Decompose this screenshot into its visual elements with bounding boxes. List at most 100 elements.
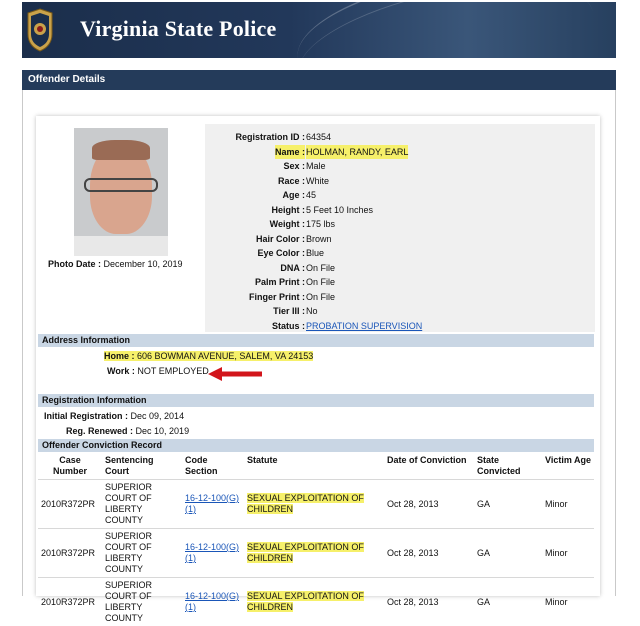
- victim-age-cell: Minor: [542, 529, 594, 578]
- detail-label: Registration ID :: [235, 130, 305, 144]
- state-cell: GA: [477, 597, 490, 607]
- initial-label: Initial Registration :: [44, 411, 128, 421]
- detail-row: Registration ID :64354: [205, 130, 595, 144]
- work-value: NOT EMPLOYED: [137, 366, 208, 376]
- victim-age-cell: Minor: [545, 548, 568, 558]
- conviction-heading: Offender Conviction Record: [38, 439, 594, 452]
- detail-row: Status :PROBATION SUPERVISION: [205, 319, 595, 333]
- detail-label: Eye Color :: [257, 246, 305, 260]
- state-cell: GA: [477, 499, 490, 509]
- home-value: 606 BOWMAN AVENUE, SALEM, VA 24153: [137, 351, 313, 361]
- statute-cell: SEXUAL EXPLOITATION OF CHILDREN: [247, 591, 364, 612]
- case-number-cell: 2010R372PR: [41, 548, 95, 558]
- case-number-cell: 2010R372PR: [38, 480, 102, 529]
- registration-heading: Registration Information: [38, 394, 594, 407]
- detail-label: Hair Color :: [256, 232, 305, 246]
- code-section-cell: 16-12-100(G)(1): [182, 529, 244, 578]
- state-cell: GA: [477, 548, 490, 558]
- site-banner: Virginia State Police: [22, 2, 616, 58]
- detail-row: Tier III :No: [205, 304, 595, 318]
- detail-value: No: [306, 304, 318, 318]
- code-section-cell: 16-12-100(G)(1): [182, 480, 244, 529]
- detail-label: Race :: [278, 174, 305, 188]
- work-label: Work :: [107, 366, 135, 376]
- reg-renewed: Reg. Renewed : Dec 10, 2019: [66, 425, 189, 437]
- detail-label: Age :: [283, 188, 306, 202]
- conviction-date-cell: Oct 28, 2013: [387, 597, 439, 607]
- code-section-cell: 16-12-100(G)(1): [182, 578, 244, 626]
- statute-cell: SEXUAL EXPLOITATION OF CHILDREN: [247, 542, 364, 563]
- home-address: Home : 606 BOWMAN AVENUE, SALEM, VA 2415…: [104, 350, 313, 362]
- statute-cell: SEXUAL EXPLOITATION OF CHILDREN: [247, 493, 364, 514]
- col-statute: Statute: [244, 453, 384, 480]
- detail-row: Name :HOLMAN, RANDY, EARL: [205, 145, 595, 159]
- sentencing-court-cell: SUPERIOR COURT OF LIBERTY COUNTY: [102, 529, 182, 578]
- photo-shirt: [74, 236, 168, 256]
- col-victim-age: Victim Age: [542, 453, 594, 480]
- photo-hair: [92, 140, 150, 160]
- detail-label: Weight :: [270, 217, 305, 231]
- banner-swoosh-2: [289, 2, 603, 58]
- sentencing-court-cell: SUPERIOR COURT OF LIBERTY COUNTY: [102, 578, 182, 626]
- detail-row: Finger Print :On File: [205, 290, 595, 304]
- renewed-label: Reg. Renewed :: [66, 426, 133, 436]
- sentencing-court-cell: SUPERIOR COURT OF LIBERTY COUNTY: [105, 531, 152, 574]
- status-link[interactable]: PROBATION SUPERVISION: [306, 319, 422, 333]
- detail-value: 45: [306, 188, 316, 202]
- detail-row: Height :5 Feet 10 Inches: [205, 203, 595, 217]
- state-cell: GA: [474, 480, 542, 529]
- red-arrow-icon: [208, 367, 264, 381]
- conviction-date-cell: Oct 28, 2013: [384, 529, 474, 578]
- photo-date: Photo Date : December 10, 2019: [48, 259, 183, 269]
- detail-value: On File: [306, 261, 335, 275]
- state-cell: GA: [474, 529, 542, 578]
- conviction-date-cell: Oct 28, 2013: [387, 548, 439, 558]
- statute-cell: SEXUAL EXPLOITATION OF CHILDREN: [244, 578, 384, 626]
- detail-row: DNA :On File: [205, 261, 595, 275]
- detail-value: 5 Feet 10 Inches: [306, 203, 373, 217]
- detail-row: Hair Color :Brown: [205, 232, 595, 246]
- conviction-table: Case Number Sentencing Court Code Sectio…: [38, 453, 594, 626]
- sentencing-court-cell: SUPERIOR COURT OF LIBERTY COUNTY: [105, 580, 152, 623]
- case-number-cell: 2010R372PR: [41, 499, 95, 509]
- detail-value: Male: [306, 159, 326, 173]
- address-heading: Address Information: [38, 334, 594, 347]
- conviction-rows: 2010R372PRSUPERIOR COURT OF LIBERTY COUN…: [38, 480, 594, 626]
- table-row: 2010R372PRSUPERIOR COURT OF LIBERTY COUN…: [38, 578, 594, 626]
- detail-row: Palm Print :On File: [205, 275, 595, 289]
- col-sentencing-court: Sentencing Court: [102, 453, 182, 480]
- initial-registration: Initial Registration : Dec 09, 2014: [44, 410, 184, 422]
- conviction-date-cell: Oct 28, 2013: [384, 578, 474, 626]
- site-title: Virginia State Police: [80, 16, 276, 42]
- victim-age-cell: Minor: [542, 578, 594, 626]
- col-state-convicted: State Convicted: [474, 453, 542, 480]
- detail-value: On File: [306, 290, 335, 304]
- offender-photo: [74, 128, 168, 256]
- photo-date-label: Photo Date :: [48, 259, 101, 269]
- detail-label: Palm Print :: [255, 275, 305, 289]
- victim-age-cell: Minor: [542, 480, 594, 529]
- case-number-cell: 2010R372PR: [38, 578, 102, 626]
- detail-value: Brown: [306, 232, 332, 246]
- renewed-value: Dec 10, 2019: [136, 426, 190, 436]
- code-section-link[interactable]: 16-12-100(G)(1): [185, 493, 239, 514]
- detail-label: Name :: [275, 145, 305, 159]
- detail-row: Race :White: [205, 174, 595, 188]
- detail-value: HOLMAN, RANDY, EARL: [306, 145, 408, 159]
- detail-label: DNA :: [280, 261, 305, 275]
- col-code-section: Code Section: [182, 453, 244, 480]
- victim-age-cell: Minor: [545, 597, 568, 607]
- detail-label: Sex :: [283, 159, 305, 173]
- detail-value: White: [306, 174, 329, 188]
- vsp-badge-icon: [26, 8, 54, 52]
- state-cell: GA: [474, 578, 542, 626]
- photo-glasses: [84, 178, 158, 192]
- case-number-cell: 2010R372PR: [38, 529, 102, 578]
- statute-cell: SEXUAL EXPLOITATION OF CHILDREN: [244, 480, 384, 529]
- sentencing-court-cell: SUPERIOR COURT OF LIBERTY COUNTY: [105, 482, 152, 525]
- photo-date-value: December 10, 2019: [104, 259, 183, 269]
- code-section-link[interactable]: 16-12-100(G)(1): [185, 542, 239, 563]
- work-info: Work : NOT EMPLOYED: [107, 365, 209, 377]
- victim-age-cell: Minor: [545, 499, 568, 509]
- code-section-link[interactable]: 16-12-100(G)(1): [185, 591, 239, 612]
